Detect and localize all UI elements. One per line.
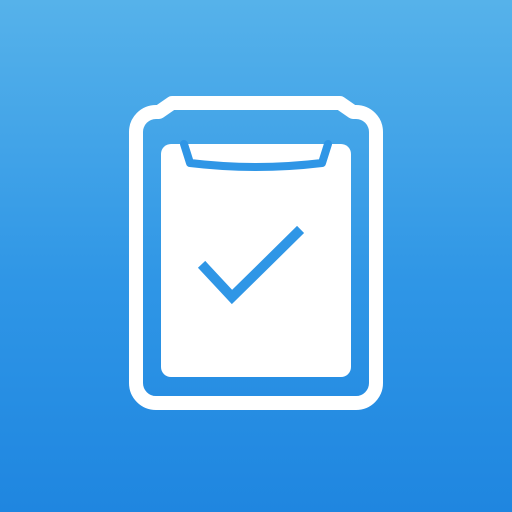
clipboard-check-icon: [129, 96, 383, 410]
app-icon-tile[interactable]: [0, 0, 512, 512]
clipboard-board: [161, 144, 351, 377]
